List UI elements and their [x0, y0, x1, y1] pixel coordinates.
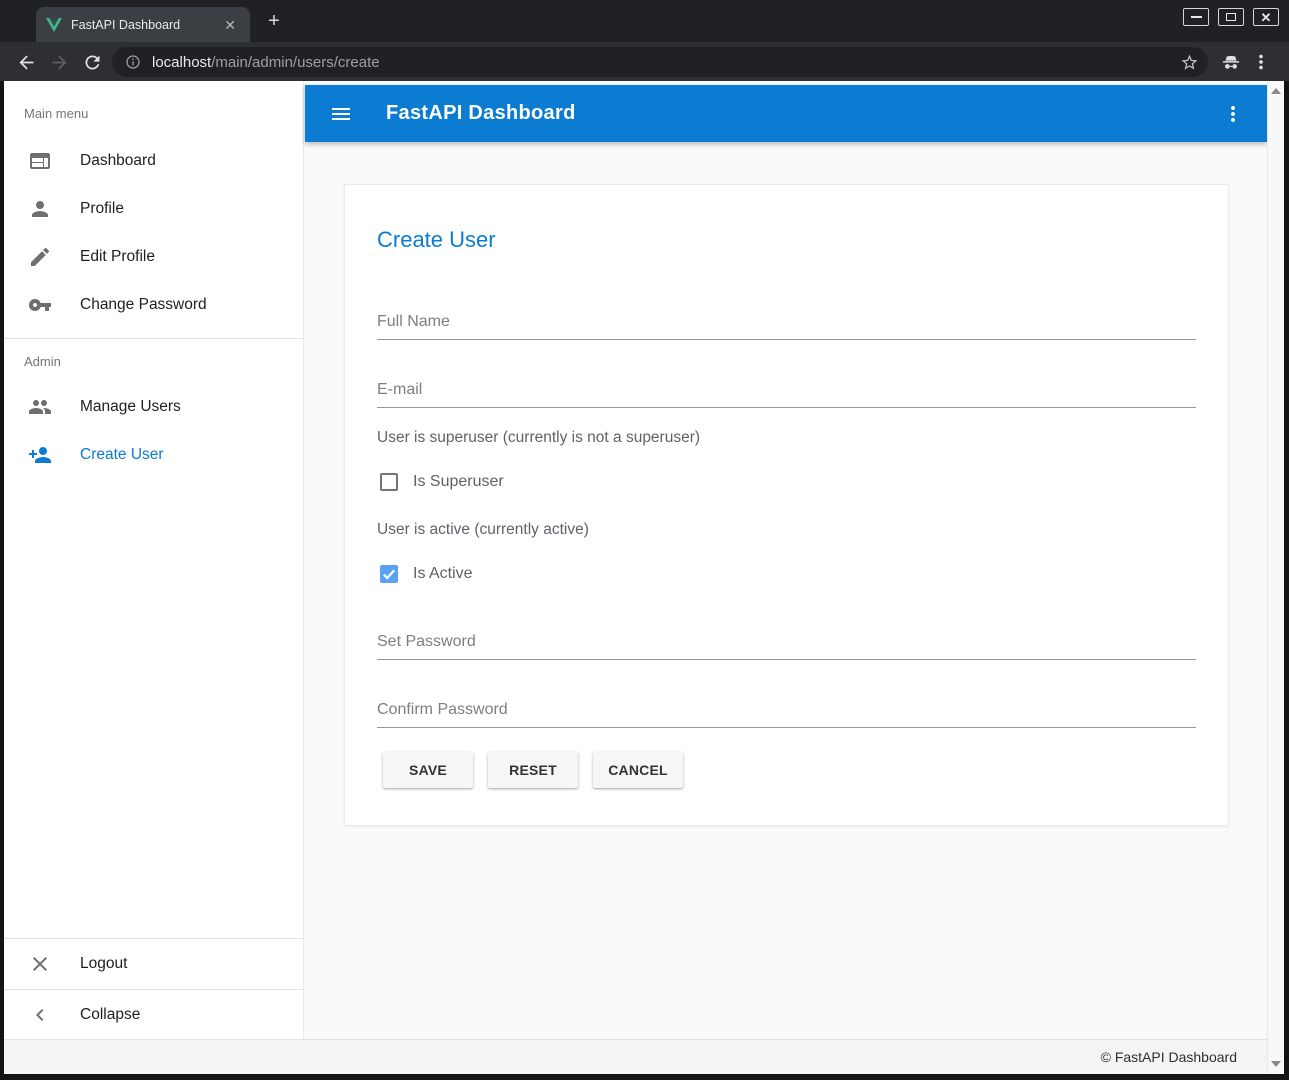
- close-icon: ✕: [1261, 11, 1272, 24]
- new-tab-button[interactable]: +: [262, 10, 286, 34]
- save-button[interactable]: SAVE: [383, 752, 473, 788]
- incognito-icon: [1220, 51, 1242, 73]
- tab-title: FastAPI Dashboard: [71, 18, 220, 32]
- vue-logo-icon: [46, 18, 62, 32]
- window-maximize-button[interactable]: [1218, 8, 1244, 26]
- browser-menu-button[interactable]: [1249, 50, 1273, 74]
- sidebar-item-label: Dashboard: [80, 152, 156, 170]
- minimize-icon: [1191, 16, 1202, 18]
- sidebar-item-change-password[interactable]: Change Password: [4, 281, 303, 329]
- kebab-menu-icon: [1250, 51, 1272, 73]
- appbar-title: FastAPI Dashboard: [386, 102, 576, 125]
- sidebar-item-collapse[interactable]: Collapse: [4, 990, 303, 1040]
- email-input[interactable]: [377, 407, 1196, 408]
- main-area: FastAPI Dashboard Create User Full Name …: [305, 81, 1267, 1039]
- full-name-label: Full Name: [377, 313, 450, 331]
- url-host: localhost: [152, 54, 211, 71]
- pencil-icon: [28, 245, 52, 269]
- superuser-hint: User is superuser (currently is not a su…: [377, 429, 700, 447]
- reload-button[interactable]: [79, 49, 105, 75]
- email-label: E-mail: [377, 381, 422, 399]
- active-checkbox-row[interactable]: Is Active: [380, 565, 473, 583]
- url-text: localhost/main/admin/users/create: [152, 54, 380, 71]
- sidebar-item-label: Profile: [80, 200, 124, 218]
- key-icon: [28, 293, 52, 317]
- confirm-password-label: Confirm Password: [377, 701, 508, 719]
- maximize-icon: [1226, 13, 1236, 21]
- bookmark-star-icon[interactable]: [1180, 53, 1199, 72]
- app-toolbar: FastAPI Dashboard: [305, 85, 1267, 142]
- tab-close-icon[interactable]: ✕: [220, 16, 240, 34]
- sidebar-item-label: Logout: [80, 955, 127, 973]
- active-checkbox-label: Is Active: [413, 565, 473, 583]
- superuser-checkbox[interactable]: [380, 473, 398, 491]
- window-close-button[interactable]: ✕: [1253, 8, 1279, 26]
- back-button[interactable]: [13, 49, 39, 75]
- sidebar-item-edit-profile[interactable]: Edit Profile: [4, 233, 303, 281]
- sidebar-item-create-user[interactable]: Create User: [4, 431, 303, 479]
- person-add-icon: [28, 443, 52, 467]
- active-hint: User is active (currently active): [377, 521, 589, 539]
- set-password-label: Set Password: [377, 633, 476, 651]
- page-title: Create User: [377, 227, 496, 253]
- forward-icon: [49, 52, 70, 73]
- appbar-kebab-menu-icon[interactable]: [1221, 102, 1245, 126]
- sidebar-bottom: Logout Collapse: [4, 938, 303, 1040]
- window-controls: ✕: [1183, 8, 1279, 26]
- create-user-card: Create User Full Name E-mail User is sup…: [344, 184, 1229, 826]
- check-icon: [380, 565, 398, 583]
- address-bar[interactable]: localhost/main/admin/users/create: [112, 47, 1208, 77]
- browser-toolbar: localhost/main/admin/users/create: [0, 42, 1289, 81]
- sidebar-item-manage-users[interactable]: Manage Users: [4, 383, 303, 431]
- full-name-input[interactable]: [377, 339, 1196, 340]
- sidebar-divider: [4, 338, 303, 339]
- sidebar-item-label: Change Password: [80, 296, 207, 314]
- superuser-checkbox-row[interactable]: Is Superuser: [380, 473, 504, 491]
- sidebar: Main menu Dashboard Profile Edit Profile…: [4, 81, 304, 1040]
- page-scrollbar[interactable]: [1267, 81, 1284, 1074]
- forward-button[interactable]: [46, 49, 72, 75]
- close-x-icon: [28, 952, 52, 976]
- sidebar-item-label: Manage Users: [80, 398, 181, 416]
- hamburger-menu-icon[interactable]: [329, 102, 353, 126]
- reset-button[interactable]: RESET: [488, 752, 578, 788]
- info-icon[interactable]: [125, 54, 141, 70]
- scroll-down-icon[interactable]: [1271, 1061, 1281, 1067]
- sidebar-item-dashboard[interactable]: Dashboard: [4, 137, 303, 185]
- dashboard-icon: [28, 149, 52, 173]
- scroll-up-icon[interactable]: [1271, 88, 1281, 94]
- active-checkbox[interactable]: [380, 565, 398, 583]
- url-path: /main/admin/users/create: [211, 54, 379, 71]
- sidebar-item-label: Edit Profile: [80, 248, 155, 266]
- window-minimize-button[interactable]: [1183, 8, 1209, 26]
- sidebar-item-profile[interactable]: Profile: [4, 185, 303, 233]
- person-icon: [28, 197, 52, 221]
- cancel-button[interactable]: CANCEL: [593, 752, 683, 788]
- form-buttons: SAVE RESET CANCEL: [383, 752, 683, 788]
- chevron-left-icon: [28, 1003, 52, 1027]
- set-password-input[interactable]: [377, 659, 1196, 660]
- sidebar-item-label: Collapse: [80, 1006, 140, 1024]
- group-icon: [28, 395, 52, 419]
- page-content: Main menu Dashboard Profile Edit Profile…: [4, 81, 1284, 1074]
- superuser-checkbox-label: Is Superuser: [413, 473, 504, 491]
- sidebar-section-main-menu: Main menu: [24, 106, 303, 121]
- footer-copyright: © FastAPI Dashboard: [1101, 1049, 1237, 1065]
- back-icon: [16, 52, 37, 73]
- browser-tab-strip: FastAPI Dashboard ✕ + ✕: [0, 0, 1289, 42]
- sidebar-item-logout[interactable]: Logout: [4, 939, 303, 989]
- app-footer: © FastAPI Dashboard: [4, 1039, 1267, 1074]
- incognito-indicator: [1219, 50, 1243, 74]
- sidebar-item-label: Create User: [80, 446, 164, 464]
- sidebar-section-admin: Admin: [24, 354, 303, 369]
- reload-icon: [82, 52, 103, 73]
- browser-tab[interactable]: FastAPI Dashboard ✕: [36, 7, 250, 42]
- confirm-password-input[interactable]: [377, 727, 1196, 728]
